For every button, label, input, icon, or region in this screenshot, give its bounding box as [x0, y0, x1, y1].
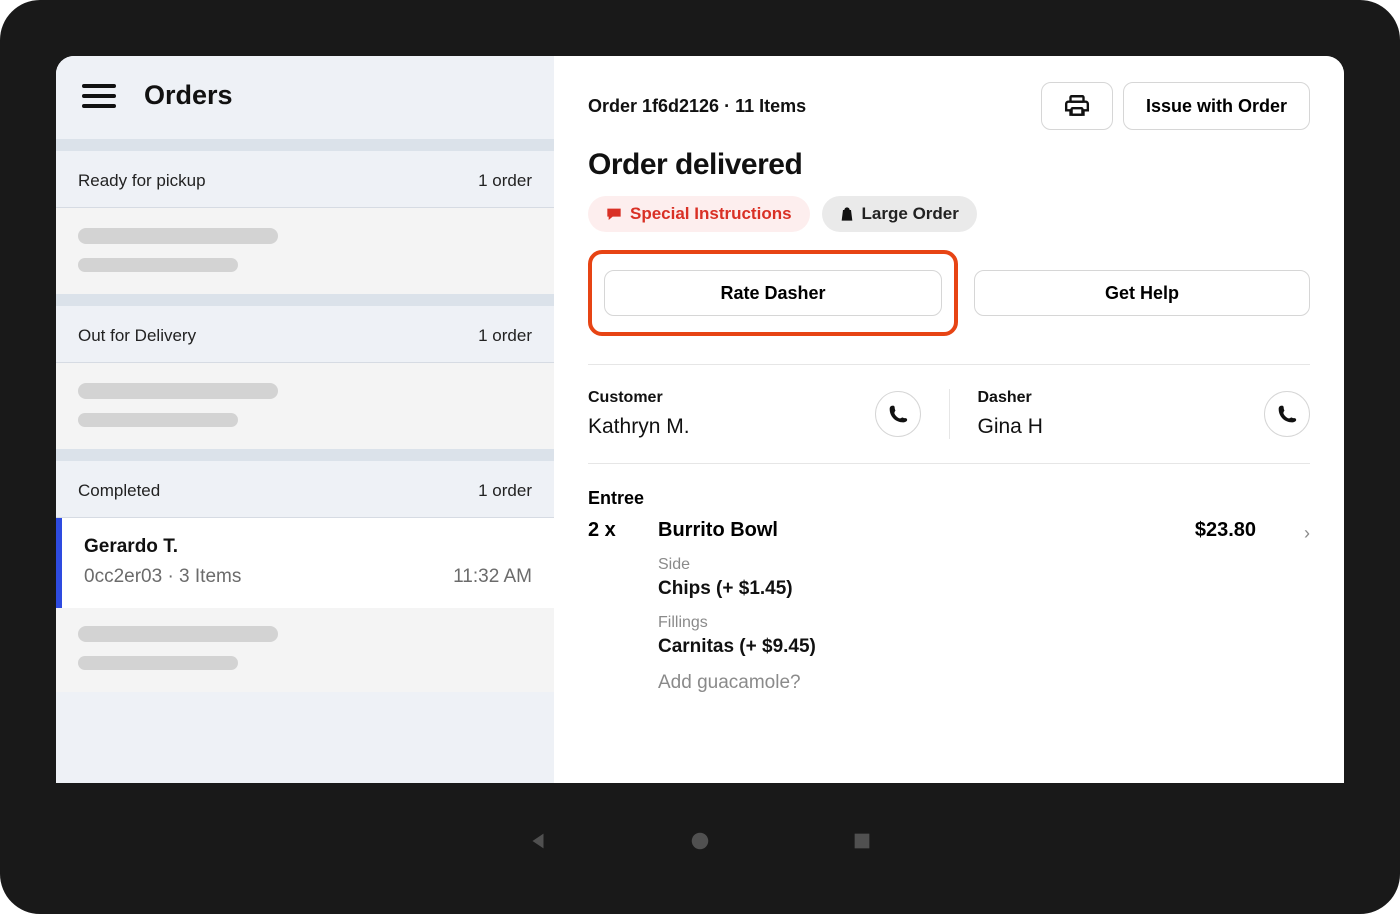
- divider: [56, 139, 554, 151]
- items-heading: Entree: [588, 488, 1310, 509]
- tablet-frame: Orders Ready for pickup 1 order Out for …: [0, 0, 1400, 914]
- section-count: 1 order: [478, 481, 532, 501]
- customer-label: Customer: [588, 389, 690, 407]
- chevron-right-icon: ›: [1304, 523, 1310, 544]
- order-meta: 0cc2er03 · 3 Items: [84, 566, 241, 588]
- order-detail: Order 1f6d2126 · 11 Items Issue with Ord…: [554, 56, 1344, 783]
- call-dasher-button[interactable]: [1264, 391, 1310, 437]
- customer-contact: Customer Kathryn M.: [588, 389, 949, 439]
- tag-row: Special Instructions Large Order: [588, 196, 1310, 232]
- print-button[interactable]: [1041, 82, 1113, 130]
- item-qty: 2 x: [588, 519, 628, 542]
- sidebar-title: Orders: [144, 80, 233, 111]
- order-customer-name: Gerardo T.: [84, 536, 241, 558]
- android-navbar: [0, 816, 1400, 866]
- bag-icon: [840, 206, 854, 222]
- order-status-heading: Order delivered: [588, 148, 1310, 182]
- skeleton-order: [56, 363, 554, 449]
- divider: [56, 449, 554, 461]
- divider: [56, 294, 554, 306]
- rate-dasher-highlight: Rate Dasher: [588, 250, 958, 336]
- large-order-tag[interactable]: Large Order: [822, 196, 977, 232]
- get-help-button[interactable]: Get Help: [974, 270, 1310, 316]
- rate-dasher-button[interactable]: Rate Dasher: [604, 270, 942, 316]
- sidebar-header: Orders: [56, 56, 554, 139]
- note-icon: [606, 207, 622, 221]
- section-label: Out for Delivery: [78, 326, 196, 346]
- mod-label: Side: [658, 556, 1165, 574]
- app-screen: Orders Ready for pickup 1 order Out for …: [56, 56, 1344, 783]
- mod-value: Carnitas (+ $9.45): [658, 636, 1165, 658]
- detail-header: Order 1f6d2126 · 11 Items Issue with Ord…: [588, 82, 1310, 130]
- phone-icon: [1277, 404, 1297, 424]
- customer-name: Kathryn M.: [588, 415, 690, 439]
- item-row[interactable]: 2 x Burrito Bowl Side Chips (+ $1.45) Fi…: [588, 519, 1310, 694]
- items-section: Entree 2 x Burrito Bowl Side Chips (+ $1…: [588, 488, 1310, 694]
- section-out-for-delivery: Out for Delivery 1 order: [56, 306, 554, 449]
- contacts: Customer Kathryn M. Dasher Gina H: [588, 365, 1310, 464]
- section-label: Ready for pickup: [78, 171, 206, 191]
- phone-icon: [888, 404, 908, 424]
- printer-icon: [1064, 93, 1090, 119]
- dasher-name: Gina H: [978, 415, 1043, 439]
- section-ready: Ready for pickup 1 order: [56, 151, 554, 294]
- section-header[interactable]: Ready for pickup 1 order: [56, 151, 554, 208]
- mod-value: Chips (+ $1.45): [658, 578, 1165, 600]
- dasher-label: Dasher: [978, 389, 1043, 407]
- item-name: Burrito Bowl: [658, 519, 1165, 542]
- section-header[interactable]: Out for Delivery 1 order: [56, 306, 554, 363]
- completed-order-item[interactable]: Gerardo T. 0cc2er03 · 3 Items 11:32 AM: [56, 518, 554, 608]
- mod-option: Add guacamole?: [658, 672, 1165, 694]
- skeleton-order: [56, 608, 554, 692]
- back-icon[interactable]: [527, 830, 549, 852]
- call-customer-button[interactable]: [875, 391, 921, 437]
- section-label: Completed: [78, 481, 160, 501]
- recent-icon[interactable]: [851, 830, 873, 852]
- section-header[interactable]: Completed 1 order: [56, 461, 554, 518]
- orders-sidebar: Orders Ready for pickup 1 order Out for …: [56, 56, 554, 783]
- menu-icon[interactable]: [82, 84, 116, 108]
- section-completed: Completed 1 order Gerardo T. 0cc2er03 · …: [56, 461, 554, 692]
- skeleton-order: [56, 208, 554, 294]
- order-time: 11:32 AM: [453, 566, 532, 588]
- section-count: 1 order: [478, 326, 532, 346]
- issue-with-order-button[interactable]: Issue with Order: [1123, 82, 1310, 130]
- home-icon[interactable]: [689, 830, 711, 852]
- order-id-line: Order 1f6d2126 · 11 Items: [588, 96, 806, 117]
- mod-label: Fillings: [658, 614, 1165, 632]
- special-instructions-tag[interactable]: Special Instructions: [588, 196, 810, 232]
- item-price: $23.80: [1195, 519, 1256, 542]
- dasher-contact: Dasher Gina H: [949, 389, 1311, 439]
- section-count: 1 order: [478, 171, 532, 191]
